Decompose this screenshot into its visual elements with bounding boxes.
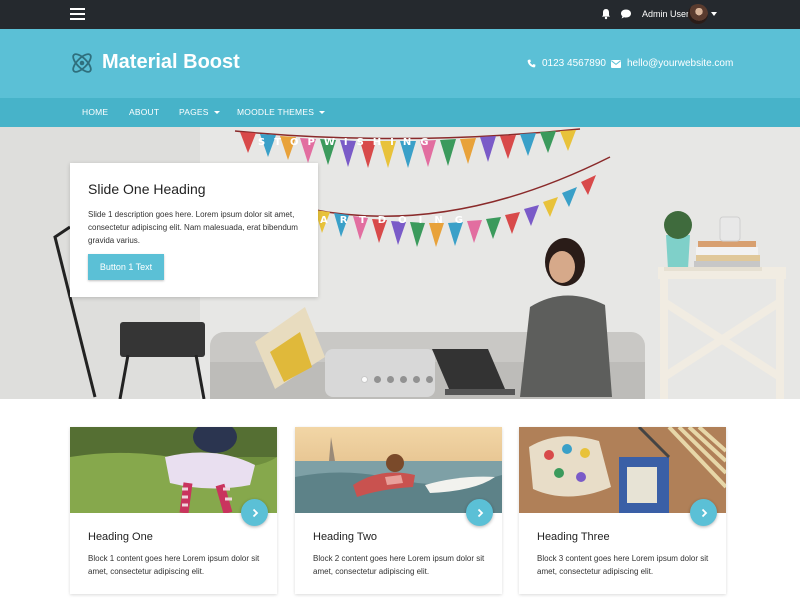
card-link-button[interactable] <box>466 499 493 526</box>
card-heading: Heading One <box>88 531 153 543</box>
nav-item-label: HOME <box>82 107 109 117</box>
card-text: Block 2 content goes here Lorem ipsum do… <box>313 554 485 576</box>
bell-icon[interactable] <box>600 8 612 20</box>
slider-dot[interactable] <box>413 376 420 383</box>
nav-item-moodle-themes[interactable]: MOODLE THEMES <box>237 107 326 117</box>
site-header: Material Boost 0123 4567890 hello@yourwe… <box>0 29 800 98</box>
slide-caption-card: Slide One Heading Slide 1 description go… <box>70 163 318 297</box>
avatar[interactable] <box>688 4 708 24</box>
phone-contact[interactable]: 0123 4567890 <box>527 58 606 69</box>
hero-slider: STOPWISHING ARTDOING Slide One Heading S… <box>0 127 800 399</box>
slider-dot[interactable] <box>387 376 394 383</box>
nav-item-label: PAGES <box>179 107 209 117</box>
slider-pagination <box>361 376 439 383</box>
atom-icon <box>72 53 92 73</box>
content-card-3: Heading Three Block 3 content goes here … <box>519 427 726 594</box>
phone-number: 0123 4567890 <box>542 58 606 69</box>
slide-button[interactable]: Button 1 Text <box>88 254 164 280</box>
hamburger-menu-icon[interactable] <box>70 8 85 20</box>
chevron-right-icon <box>701 508 707 517</box>
nav-item-label: ABOUT <box>129 107 160 117</box>
caret-down-icon <box>319 110 326 114</box>
card-image-surfer <box>295 427 502 513</box>
slider-dot[interactable] <box>374 376 381 383</box>
content-card-1: Heading One Block 1 content goes here Lo… <box>70 427 277 594</box>
card-link-button[interactable] <box>241 499 268 526</box>
chevron-right-icon <box>477 508 483 517</box>
top-bar: Admin User <box>0 0 800 29</box>
phone-icon <box>527 59 536 68</box>
email-contact[interactable]: hello@yourwebsite.com <box>611 58 733 69</box>
user-name[interactable]: Admin User <box>642 9 689 19</box>
slider-dot[interactable] <box>426 376 433 383</box>
site-title[interactable]: Material Boost <box>102 51 240 74</box>
slider-dot[interactable] <box>361 376 368 383</box>
card-heading: Heading Two <box>313 531 378 543</box>
chat-bubble-icon[interactable] <box>620 8 632 20</box>
chevron-right-icon <box>252 508 258 517</box>
slide-heading: Slide One Heading <box>88 181 206 197</box>
bunting-text-top: STOPWISHING <box>258 137 437 148</box>
nav-item-home[interactable]: HOME <box>82 107 108 117</box>
envelope-icon <box>611 59 621 68</box>
card-heading: Heading Three <box>537 531 610 543</box>
main-nav: HOME ABOUT PAGES MOODLE THEMES <box>0 98 800 127</box>
card-image-paints <box>519 427 726 513</box>
email-address: hello@yourwebsite.com <box>627 58 734 69</box>
card-text: Block 3 content goes here Lorem ipsum do… <box>537 554 709 576</box>
caret-down-icon <box>213 110 220 114</box>
card-text: Block 1 content goes here Lorem ipsum do… <box>88 554 260 576</box>
nav-item-about[interactable]: ABOUT <box>129 107 159 117</box>
chevron-down-icon[interactable] <box>711 12 717 16</box>
slide-description: Slide 1 description goes here. Lorem ips… <box>88 210 298 245</box>
card-image-girl-tutu <box>70 427 277 513</box>
slider-dot[interactable] <box>400 376 407 383</box>
nav-item-pages[interactable]: PAGES <box>179 107 220 117</box>
card-link-button[interactable] <box>690 499 717 526</box>
bunting-text-bottom: ARTDOING <box>320 215 475 226</box>
content-card-2: Heading Two Block 2 content goes here Lo… <box>295 427 502 594</box>
nav-item-label: MOODLE THEMES <box>237 107 315 117</box>
